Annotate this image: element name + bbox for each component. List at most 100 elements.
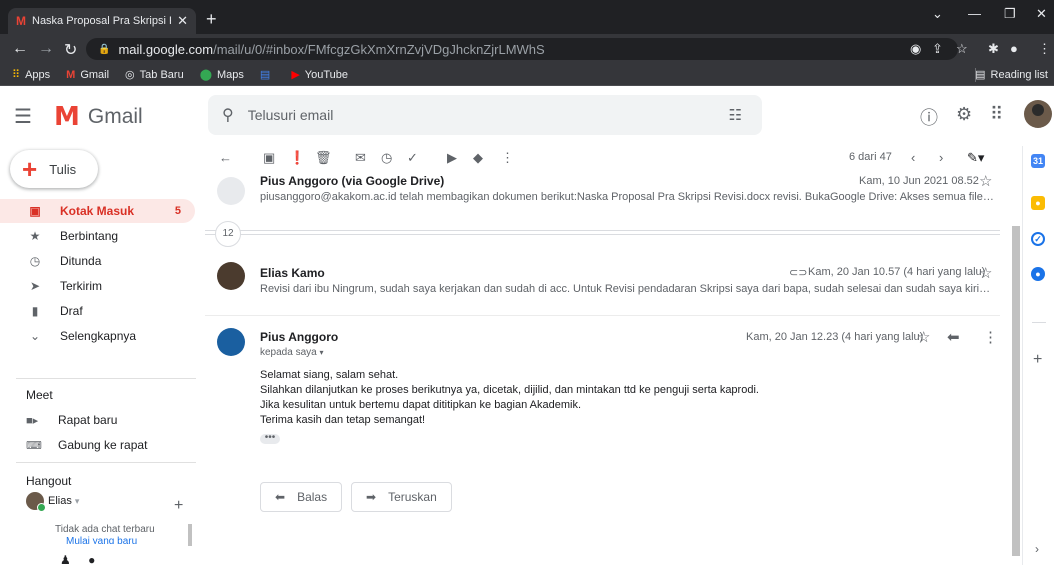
bookmark-apps[interactable]: ⠿ Apps bbox=[12, 68, 50, 82]
meet-header: Meet bbox=[26, 388, 53, 402]
forward-button[interactable]: ➡ Teruskan bbox=[351, 482, 452, 512]
gmail-wordmark: Gmail bbox=[87, 105, 143, 128]
settings-gear-icon[interactable]: ⚙ bbox=[956, 104, 972, 125]
input-tools-pen-icon[interactable]: ✎▾ bbox=[967, 150, 984, 166]
reading-list[interactable]: ▤ Reading list bbox=[975, 67, 1048, 82]
collapsed-messages-bar[interactable]: 12 bbox=[205, 221, 1000, 247]
search-icon[interactable]: ⚲ bbox=[222, 105, 234, 125]
mail-nav: ▣ Kotak Masuk 5 ★ Berbintang ◷ Ditunda ➤… bbox=[0, 199, 195, 349]
label-icon[interactable]: ◆ bbox=[473, 150, 483, 166]
back-icon[interactable]: ← bbox=[12, 40, 28, 58]
nav-item-more[interactable]: ⌄ Selengkapnya bbox=[0, 324, 195, 348]
share-icon[interactable]: ⇪ bbox=[932, 41, 943, 57]
collapsed-count[interactable]: 12 bbox=[215, 221, 241, 247]
nav-item-drafts[interactable]: ▮ Draf bbox=[0, 299, 195, 323]
nav-item-sent[interactable]: ➤ Terkirim bbox=[0, 274, 195, 298]
back-to-inbox-icon[interactable]: ← bbox=[219, 150, 232, 165]
bookmark-tab-baru[interactable]: ◎ Tab Baru bbox=[125, 68, 184, 82]
extensions-icon[interactable]: ✱ bbox=[988, 41, 999, 57]
reply-arrow-icon[interactable]: ⬅ bbox=[947, 328, 960, 346]
hangouts-chat-icon[interactable]: ● bbox=[88, 553, 95, 565]
forward-icon[interactable]: → bbox=[38, 40, 54, 58]
search-box: ⚲ ☷ bbox=[208, 95, 762, 135]
bookmark-gmail[interactable]: M Gmail bbox=[66, 69, 109, 81]
snooze-icon[interactable]: ◷ bbox=[381, 150, 392, 166]
bookmark-docs[interactable]: ▤ bbox=[260, 68, 275, 81]
bookmark-star-icon[interactable]: ☆ bbox=[956, 41, 968, 57]
recipient-line[interactable]: kepada saya ▾ bbox=[260, 347, 324, 358]
join-meeting-link[interactable]: ⌨ Gabung ke rapat bbox=[26, 438, 147, 452]
new-tab-icon[interactable]: + bbox=[206, 9, 217, 30]
inbox-icon: ▣ bbox=[29, 204, 41, 218]
scrollbar-thumb[interactable] bbox=[1012, 226, 1020, 556]
restore-icon[interactable]: ❐ bbox=[1004, 6, 1016, 22]
elias-avatar bbox=[217, 262, 245, 290]
show-side-panel-chevron-icon[interactable]: › bbox=[1035, 542, 1039, 556]
message-more-icon[interactable]: ⋮ bbox=[983, 328, 998, 346]
new-meeting-link[interactable]: ■▸ Rapat baru bbox=[26, 413, 117, 427]
account-avatar[interactable] bbox=[1024, 100, 1052, 128]
gmail-icon: M bbox=[66, 68, 76, 81]
thread-message-collapsed[interactable]: Elias Kamo Revisi dari ibu Ningrum, suda… bbox=[205, 252, 1000, 308]
chrome-icon: ◎ bbox=[125, 69, 135, 81]
reload-icon[interactable]: ↻ bbox=[64, 40, 77, 60]
contacts-person-icon[interactable]: ♟ bbox=[60, 553, 71, 565]
thread-message-collapsed[interactable]: Pius Anggoro (via Google Drive) piusangg… bbox=[205, 172, 1000, 222]
tab-search-icon[interactable]: ⌄ bbox=[932, 6, 943, 22]
keep-icon[interactable]: ● bbox=[1031, 196, 1045, 210]
body-line: Silahkan dilanjutkan ke proses berikutny… bbox=[260, 384, 759, 396]
move-to-icon[interactable]: ▶ bbox=[447, 150, 457, 166]
nav-item-inbox[interactable]: ▣ Kotak Masuk 5 bbox=[0, 199, 195, 223]
thread-scrollbar[interactable] bbox=[1010, 146, 1022, 565]
profile-icon[interactable]: ● bbox=[1010, 41, 1018, 56]
search-options-icon[interactable]: ☷ bbox=[729, 106, 742, 124]
message-sender: Elias Kamo bbox=[260, 266, 325, 280]
mark-unread-icon[interactable]: ✉ bbox=[355, 150, 366, 166]
gmail-logo[interactable]: M Gmail bbox=[54, 102, 143, 132]
search-input[interactable] bbox=[247, 107, 762, 123]
hangout-scrollbar[interactable] bbox=[188, 524, 192, 546]
nav-item-snoozed[interactable]: ◷ Ditunda bbox=[0, 249, 195, 273]
tasks-icon[interactable]: ✓ bbox=[1031, 232, 1045, 246]
attachment-icon: ⊂⊃ bbox=[789, 267, 808, 279]
message-body: Selamat siang, salam sehat. Silahkan dil… bbox=[260, 368, 759, 428]
star-toggle-icon[interactable]: ☆ bbox=[979, 172, 992, 190]
new-chat-plus-icon[interactable]: + bbox=[174, 497, 183, 515]
bookmark-youtube[interactable]: ▶ YouTube bbox=[291, 68, 348, 82]
delete-icon[interactable]: 🗑 bbox=[315, 150, 332, 166]
star-toggle-icon[interactable]: ☆ bbox=[917, 328, 930, 346]
archive-icon[interactable]: ▣ bbox=[263, 150, 275, 166]
get-addons-plus-icon[interactable]: + bbox=[1033, 351, 1042, 369]
eye-icon[interactable]: ◉ bbox=[910, 41, 921, 57]
help-icon[interactable]: ⓘ bbox=[920, 104, 938, 130]
more-options-icon[interactable]: ⋮ bbox=[501, 150, 514, 166]
show-trimmed-content-button[interactable]: ••• bbox=[260, 433, 280, 444]
close-tab-icon[interactable]: ✕ bbox=[177, 13, 188, 29]
open-message-date: Kam, 20 Jan 12.23 (4 hari yang lalu) bbox=[746, 331, 924, 343]
star-toggle-icon[interactable]: ☆ bbox=[979, 264, 992, 282]
reply-button[interactable]: ⬅ Balas bbox=[260, 482, 343, 512]
google-apps-icon[interactable]: ⠿ bbox=[990, 104, 1003, 125]
compose-button[interactable]: + Tulis bbox=[10, 150, 98, 188]
report-spam-icon[interactable]: ❗ bbox=[289, 150, 305, 166]
minimize-icon[interactable]: — bbox=[968, 6, 981, 21]
bookmark-maps[interactable]: ⬤ Maps bbox=[200, 68, 244, 82]
main-menu-icon[interactable]: ☰ bbox=[14, 104, 32, 129]
tab-title: Naska Proposal Pra Skripsi Revisi bbox=[32, 15, 171, 27]
browser-tab[interactable]: M Naska Proposal Pra Skripsi Revisi ✕ bbox=[8, 8, 196, 34]
star-icon: ★ bbox=[29, 229, 41, 243]
address-bar[interactable]: 🔒 mail.google.com/mail/u/0/#inbox/FMfcgz… bbox=[86, 38, 958, 60]
meet-divider bbox=[16, 378, 196, 379]
calendar-icon[interactable]: 31 bbox=[1031, 154, 1045, 168]
message-toolbar: ← ▣ ❗ 🗑 ✉ ◷ ✓ ▶ ◆ ⋮ 6 dari 47 ‹ › ✎▾ bbox=[205, 146, 1010, 172]
start-new-chat-link[interactable]: Mulai yang baru bbox=[66, 536, 137, 544]
older-chevron-right-icon[interactable]: › bbox=[939, 150, 943, 165]
side-panel-divider bbox=[1032, 322, 1046, 323]
newer-chevron-left-icon[interactable]: ‹ bbox=[911, 150, 915, 165]
contacts-icon[interactable]: ● bbox=[1031, 267, 1045, 281]
browser-menu-icon[interactable]: ⋮ bbox=[1038, 41, 1051, 57]
hangout-user[interactable]: Elias ▾ bbox=[26, 492, 79, 512]
close-window-icon[interactable]: ✕ bbox=[1036, 6, 1047, 22]
nav-item-starred[interactable]: ★ Berbintang bbox=[0, 224, 195, 248]
add-to-tasks-icon[interactable]: ✓ bbox=[407, 150, 418, 166]
